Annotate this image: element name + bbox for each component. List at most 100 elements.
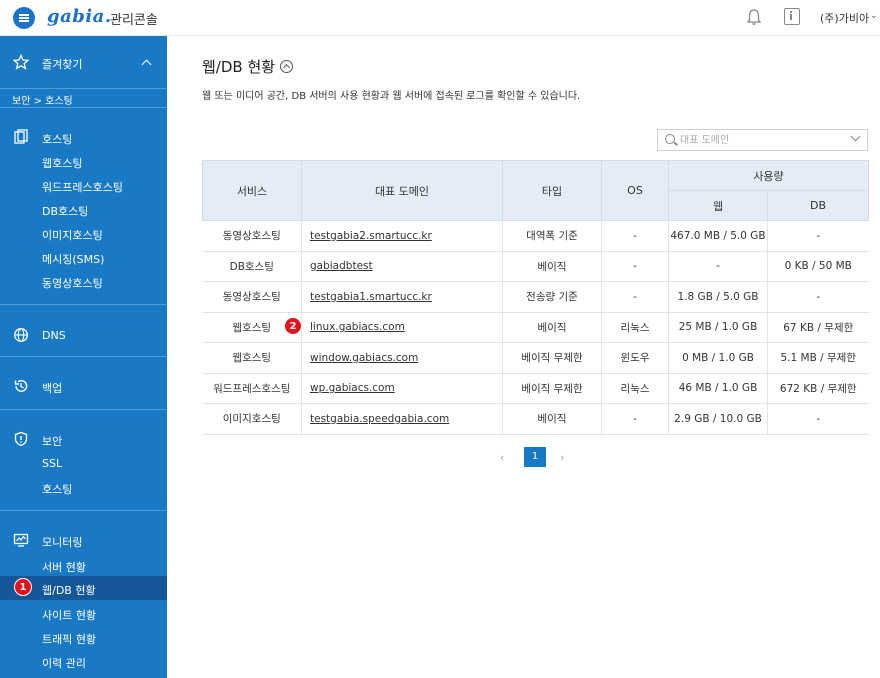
header-type: 타입 — [502, 160, 602, 221]
bell-icon[interactable] — [746, 8, 762, 26]
chevron-down-icon[interactable] — [850, 131, 861, 142]
cell-service: DB호스팅 — [202, 251, 302, 282]
sidebar-divider — [0, 510, 167, 511]
sidebar-divider — [0, 356, 167, 357]
user-name[interactable]: (주)가비아 — [820, 10, 869, 26]
cell-type: 베이직 무제한 — [502, 373, 602, 404]
domain-link[interactable]: gabiadbtest — [310, 260, 373, 272]
search-icon — [665, 134, 675, 144]
page-title: 웹/DB 현황 — [202, 58, 276, 76]
cell-db-usage: - — [767, 220, 869, 252]
domain-link[interactable]: testgabia2.smartucc.kr — [310, 230, 432, 242]
sidebar-security[interactable]: 보안 — [42, 433, 62, 449]
shield-icon — [14, 431, 28, 447]
sidebar-favorites[interactable]: 즐겨찾기 — [42, 56, 82, 72]
cell-service: 동영상호스팅 — [202, 220, 302, 252]
table-row: 동영상호스팅 testgabia1.smartucc.kr 전송량 기준 - 1… — [202, 281, 869, 313]
cell-db-usage: - — [767, 403, 869, 435]
globe-icon — [14, 328, 28, 342]
table-row: 워드프레스호스팅 wp.gabiacs.com 베이직 무제한 리눅스 46 M… — [202, 373, 869, 404]
header-domain: 대표 도메인 — [301, 160, 503, 221]
sidebar-item-wordpress-hosting[interactable]: 워드프레스호스팅 — [42, 179, 123, 195]
domain-link[interactable]: linux.gabiacs.com — [310, 321, 405, 333]
cell-type: 베이직 — [502, 403, 602, 435]
cell-os: - — [601, 281, 669, 313]
breadcrumb: 보안 > 호스팅 — [0, 88, 167, 108]
header-usage: 사용량 — [668, 160, 869, 191]
cell-db-usage: 0 KB / 50 MB — [767, 251, 869, 282]
sidebar-item-server-status[interactable]: 서버 현황 — [42, 559, 86, 575]
sidebar-divider — [0, 304, 167, 305]
cell-service: 동영상호스팅 — [202, 281, 302, 313]
cell-service: 웹호스팅 — [202, 342, 302, 374]
pagination-current-page[interactable]: 1 — [524, 447, 546, 467]
cell-os: - — [601, 403, 669, 435]
sidebar-item-image-hosting[interactable]: 이미지호스팅 — [42, 227, 103, 243]
sidebar-item-security-hosting[interactable]: 호스팅 — [42, 481, 72, 497]
cell-os: - — [601, 220, 669, 252]
sidebar-item-db-hosting[interactable]: DB호스팅 — [42, 203, 88, 219]
sidebar-dns[interactable]: DNS — [42, 329, 66, 342]
table-row: 이미지호스팅 testgabia.speedgabia.com 베이직 - 2.… — [202, 403, 869, 435]
table-row: 동영상호스팅 testgabia2.smartucc.kr 대역폭 기준 - 4… — [202, 220, 869, 252]
sidebar-item-history[interactable]: 이력 관리 — [42, 655, 86, 671]
sidebar-monitoring[interactable]: 모니터링 — [42, 534, 82, 550]
pagination-prev[interactable]: ‹ — [500, 451, 504, 464]
cell-type: 베이직 무제한 — [502, 342, 602, 374]
cell-os: 리눅스 — [601, 373, 669, 404]
header-db: DB — [767, 190, 869, 221]
monitor-icon — [13, 533, 29, 547]
breadcrumb-text[interactable]: 보안 > 호스팅 — [12, 92, 73, 107]
domain-link[interactable]: testgabia1.smartucc.kr — [310, 291, 432, 303]
cell-service: 워드프레스호스팅 — [202, 373, 302, 404]
chevron-up-circle-icon[interactable] — [280, 60, 293, 73]
domain-link[interactable]: wp.gabiacs.com — [310, 382, 395, 394]
step-badge-2: 2 — [284, 317, 302, 335]
cell-os: 윈도우 — [601, 342, 669, 374]
cell-web-usage: 25 MB / 1.0 GB — [668, 312, 768, 343]
header-os: OS — [601, 160, 669, 221]
top-bar: gabia. 관리콘솔 (주)가비아 ⌄ — [0, 0, 880, 36]
page-description: 웹 또는 미디어 공간, DB 서버의 사용 현황과 웹 서버에 접속된 로그를… — [202, 91, 581, 102]
cell-service: 이미지호스팅 — [202, 403, 302, 435]
sidebar-item-site-status[interactable]: 사이트 현황 — [42, 607, 96, 623]
console-title: 관리콘솔 — [110, 13, 158, 28]
domain-search-select[interactable] — [657, 129, 868, 151]
cell-web-usage: 2.9 GB / 10.0 GB — [668, 403, 768, 435]
sidebar: 즐겨찾기 보안 > 호스팅 호스팅 웹호스팅 워드프레스호스팅 DB호스팅 이미… — [0, 36, 167, 678]
domain-link[interactable]: testgabia.speedgabia.com — [310, 413, 449, 425]
sidebar-item-web-db-status[interactable]: 웹/DB 현황 — [42, 582, 96, 598]
domain-search-input[interactable] — [680, 132, 845, 148]
cell-os: - — [601, 251, 669, 282]
cell-web-usage: - — [668, 251, 768, 282]
cell-db-usage: 67 KB / 무제한 — [767, 312, 869, 343]
pagination-next[interactable]: › — [560, 451, 564, 464]
sidebar-item-messaging[interactable]: 메시징(SMS) — [42, 251, 104, 267]
hamburger-menu-icon[interactable] — [13, 7, 35, 29]
cell-db-usage: - — [767, 281, 869, 313]
chevron-up-icon[interactable] — [141, 59, 152, 70]
chevron-down-icon[interactable]: ⌄ — [870, 11, 878, 21]
cell-web-usage: 467.0 MB / 5.0 GB — [668, 220, 768, 252]
header-web: 웹 — [668, 190, 768, 221]
domain-link[interactable]: window.gabiacs.com — [310, 352, 418, 364]
sidebar-item-video-hosting[interactable]: 동영상호스팅 — [42, 275, 103, 291]
table-row: 웹호스팅 linux.gabiacs.com 베이직 리눅스 25 MB / 1… — [202, 312, 869, 343]
sidebar-item-ssl[interactable]: SSL — [42, 457, 62, 470]
backup-icon — [14, 379, 28, 392]
cell-type: 베이직 — [502, 251, 602, 282]
sidebar-item-web-hosting[interactable]: 웹호스팅 — [42, 155, 82, 171]
sidebar-backup[interactable]: 백업 — [42, 380, 62, 396]
sidebar-hosting[interactable]: 호스팅 — [42, 131, 72, 147]
cell-db-usage: 672 KB / 무제한 — [767, 373, 869, 404]
cell-db-usage: 5.1 MB / 무제한 — [767, 342, 869, 374]
star-icon — [13, 54, 29, 70]
sidebar-divider — [0, 409, 167, 410]
header-service: 서비스 — [202, 160, 302, 221]
hosting-icon — [14, 129, 28, 144]
sidebar-item-traffic-status[interactable]: 트래픽 현황 — [42, 631, 96, 647]
cell-type: 베이직 — [502, 312, 602, 343]
cell-web-usage: 0 MB / 1.0 GB — [668, 342, 768, 374]
info-icon[interactable] — [784, 8, 800, 25]
gabia-logo[interactable]: gabia. — [47, 6, 112, 27]
